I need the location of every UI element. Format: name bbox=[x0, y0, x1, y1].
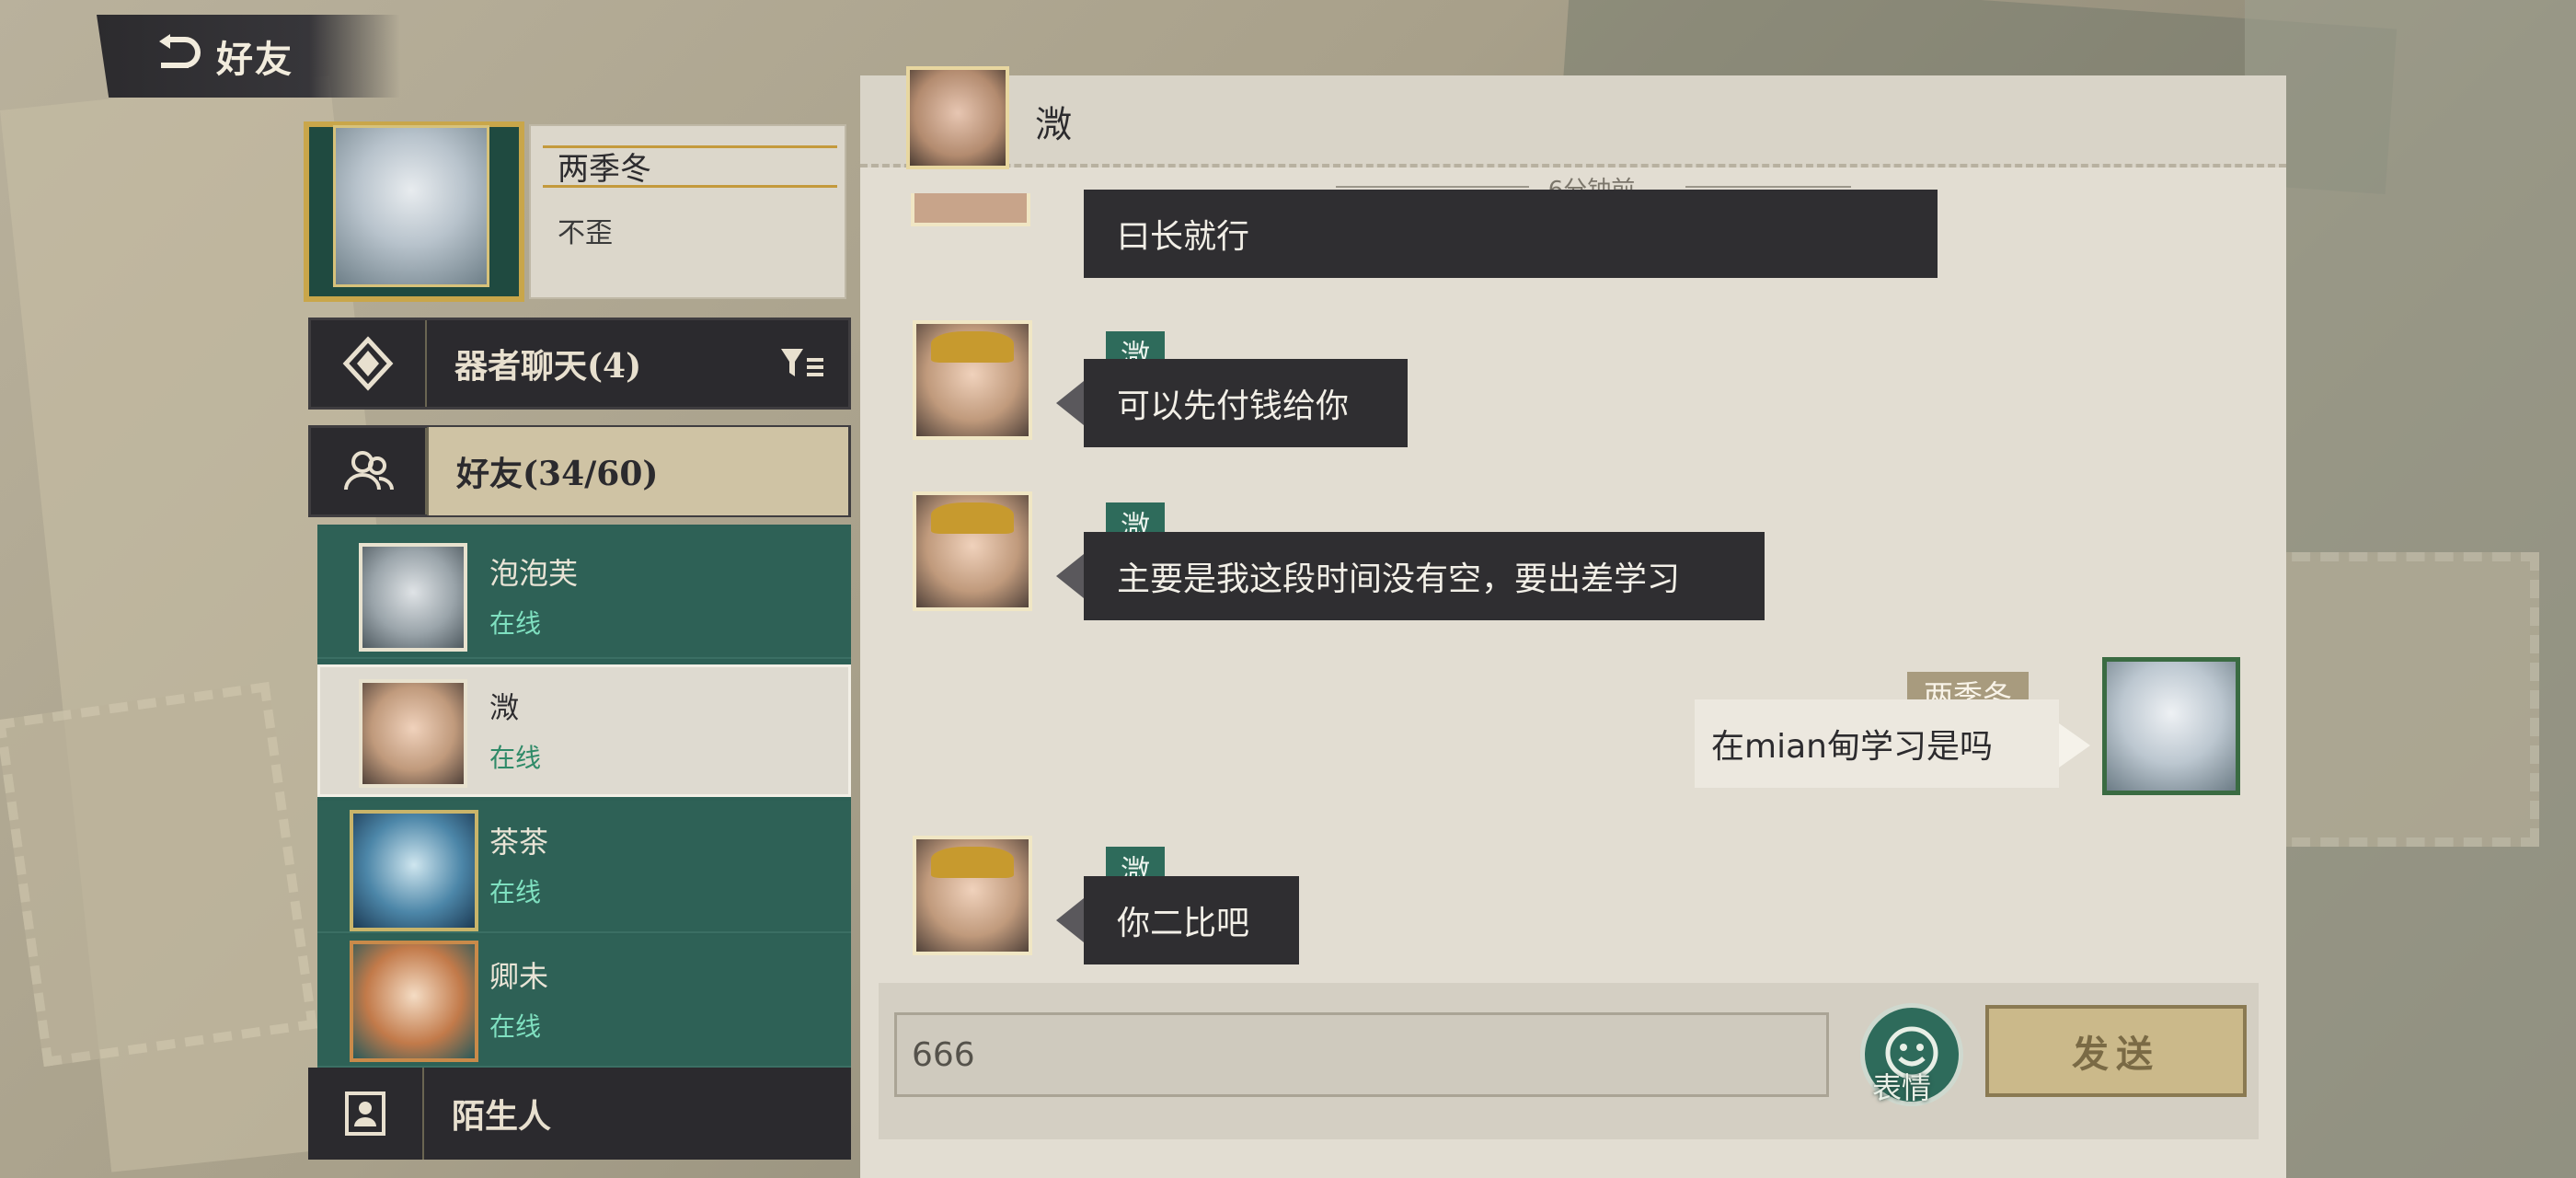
message-bubble: 曰长就行 bbox=[1084, 190, 1938, 278]
filter-icon[interactable] bbox=[775, 336, 830, 391]
category-chat[interactable]: 器者聊天(4) bbox=[308, 318, 851, 410]
my-message-avatar[interactable] bbox=[2102, 657, 2240, 795]
friend-avatar bbox=[350, 941, 478, 1062]
chat-header bbox=[860, 75, 2286, 167]
category-friends[interactable]: 好友(34/60) bbox=[308, 425, 851, 517]
page-title: 好友 bbox=[216, 38, 293, 81]
background-stamp bbox=[2263, 552, 2539, 847]
friend-name: 卿未 bbox=[489, 959, 549, 994]
background-stamp-left bbox=[0, 681, 317, 1068]
friend-status: 在线 bbox=[489, 877, 542, 907]
message-bubble: 可以先付钱给你 bbox=[1084, 359, 1408, 447]
message-avatar[interactable] bbox=[913, 320, 1032, 440]
friends-category-icon bbox=[311, 428, 427, 514]
bubble-tail bbox=[1056, 554, 1084, 598]
message-input[interactable]: 666 bbox=[894, 1012, 1829, 1097]
message-avatar-partial bbox=[911, 193, 1030, 226]
friend-avatar bbox=[359, 679, 467, 788]
profile-signature: 不歪 bbox=[558, 217, 613, 249]
friend-status: 在线 bbox=[489, 1011, 542, 1042]
message-avatar[interactable] bbox=[913, 491, 1032, 611]
friend-status: 在线 bbox=[489, 608, 542, 639]
friend-avatar bbox=[350, 810, 478, 931]
message-text: 曰长就行 bbox=[1117, 218, 1250, 256]
message-bubble: 你二比吧 bbox=[1084, 876, 1299, 964]
message-bubble: 主要是我这段时间没有空，要出差学习 bbox=[1084, 532, 1765, 620]
friend-avatar bbox=[359, 543, 467, 652]
friend-status: 在线 bbox=[489, 743, 542, 773]
send-button[interactable]: 发送 bbox=[1985, 1005, 2247, 1097]
message-text: 主要是我这段时间没有空，要出差学习 bbox=[1117, 560, 1681, 598]
category-chat-label: 器者聊天(4) bbox=[454, 347, 642, 386]
back-arrow-icon bbox=[152, 30, 203, 82]
bubble-tail bbox=[1056, 381, 1084, 425]
category-strangers[interactable]: 陌生人 bbox=[308, 1068, 851, 1160]
chat-category-icon bbox=[311, 320, 427, 407]
bubble-tail bbox=[2059, 723, 2090, 768]
message-text: 在mian甸学习是吗 bbox=[1711, 728, 1993, 766]
category-friends-label: 好友(34/60) bbox=[456, 455, 659, 493]
chat-contact-name: 溦 bbox=[1035, 104, 1072, 146]
friend-name: 泡泡芙 bbox=[489, 556, 579, 591]
my-avatar[interactable] bbox=[333, 125, 489, 287]
message-text: 可以先付钱给你 bbox=[1117, 387, 1350, 425]
bubble-tail bbox=[1056, 898, 1084, 942]
profile-name: 两季冬 bbox=[558, 151, 651, 188]
message-avatar[interactable] bbox=[913, 836, 1032, 955]
back-button[interactable]: 好友 bbox=[97, 15, 400, 98]
message-text: 你二比吧 bbox=[1117, 905, 1250, 942]
message-bubble-self: 在mian甸学习是吗 bbox=[1695, 699, 2059, 788]
chat-contact-avatar[interactable] bbox=[906, 66, 1009, 169]
send-label: 发送 bbox=[2072, 1033, 2160, 1076]
category-strangers-label: 陌生人 bbox=[452, 1097, 552, 1136]
friend-name: 溦 bbox=[489, 690, 520, 725]
strangers-category-icon bbox=[308, 1068, 424, 1160]
emoji-label: 表情 bbox=[1872, 1070, 1932, 1105]
friend-name: 茶茶 bbox=[489, 825, 549, 860]
